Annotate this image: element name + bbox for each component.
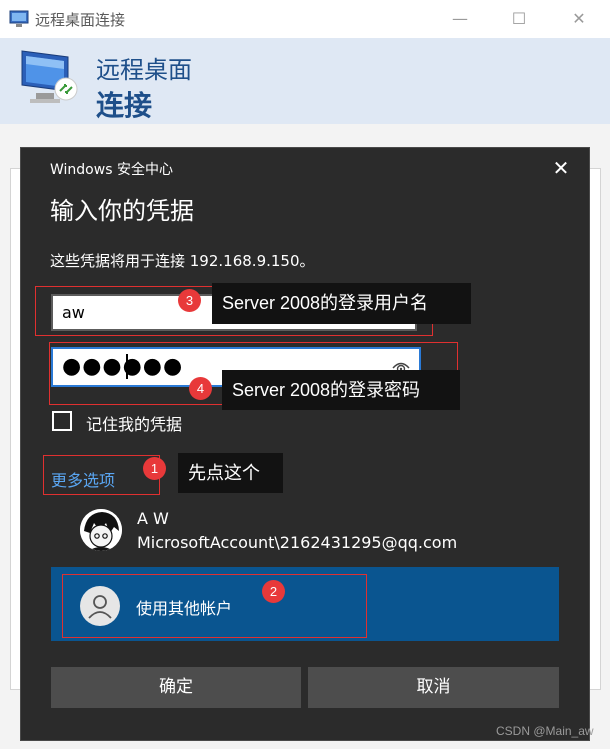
watermark: CSDN @Main_aw (496, 724, 594, 738)
dialog-close-button[interactable]: ✕ (548, 155, 574, 181)
account-avatar[interactable] (80, 509, 122, 551)
annotation-tip-1: 先点这个 (178, 453, 283, 493)
ok-button[interactable]: 确定 (51, 667, 301, 708)
annotation-more-options-box (43, 455, 160, 495)
annotation-badge-4: 4 (189, 377, 212, 400)
remember-credentials-label: 记住我的凭据 (86, 415, 183, 434)
dialog-caption: Windows 安全中心 (50, 162, 173, 178)
account-email: MicrosoftAccount\2162431295@qq.com (137, 533, 458, 552)
annotation-badge-2: 2 (262, 580, 285, 603)
minimize-button[interactable]: — (449, 8, 471, 30)
window-title: 远程桌面连接 (35, 11, 126, 29)
rdp-header-title: 远程桌面 (96, 56, 192, 84)
rdp-header-subtitle: 连接 (96, 89, 153, 122)
remote-desktop-logo-icon (21, 50, 78, 103)
cancel-button[interactable]: 取消 (308, 667, 559, 708)
close-window-button[interactable]: ✕ (568, 8, 590, 30)
rdp-header-banner (0, 38, 610, 124)
annotation-other-account-box (62, 574, 367, 638)
credential-dialog (20, 147, 590, 741)
annotation-badge-3: 3 (178, 289, 201, 312)
annotation-tip-4: Server 2008的登录密码 (222, 370, 460, 410)
maximize-button[interactable]: ☐ (508, 8, 530, 30)
anime-avatar-icon (80, 509, 122, 551)
dialog-heading: 输入你的凭据 (50, 197, 194, 225)
dialog-description: 这些凭据将用于连接 192.168.9.150。 (50, 252, 315, 270)
remember-credentials-checkbox[interactable] (52, 411, 72, 431)
account-name: A W (137, 509, 169, 528)
annotation-badge-1: 1 (143, 457, 166, 480)
annotation-tip-3: Server 2008的登录用户名 (212, 283, 471, 324)
remote-desktop-app-icon (9, 10, 29, 27)
